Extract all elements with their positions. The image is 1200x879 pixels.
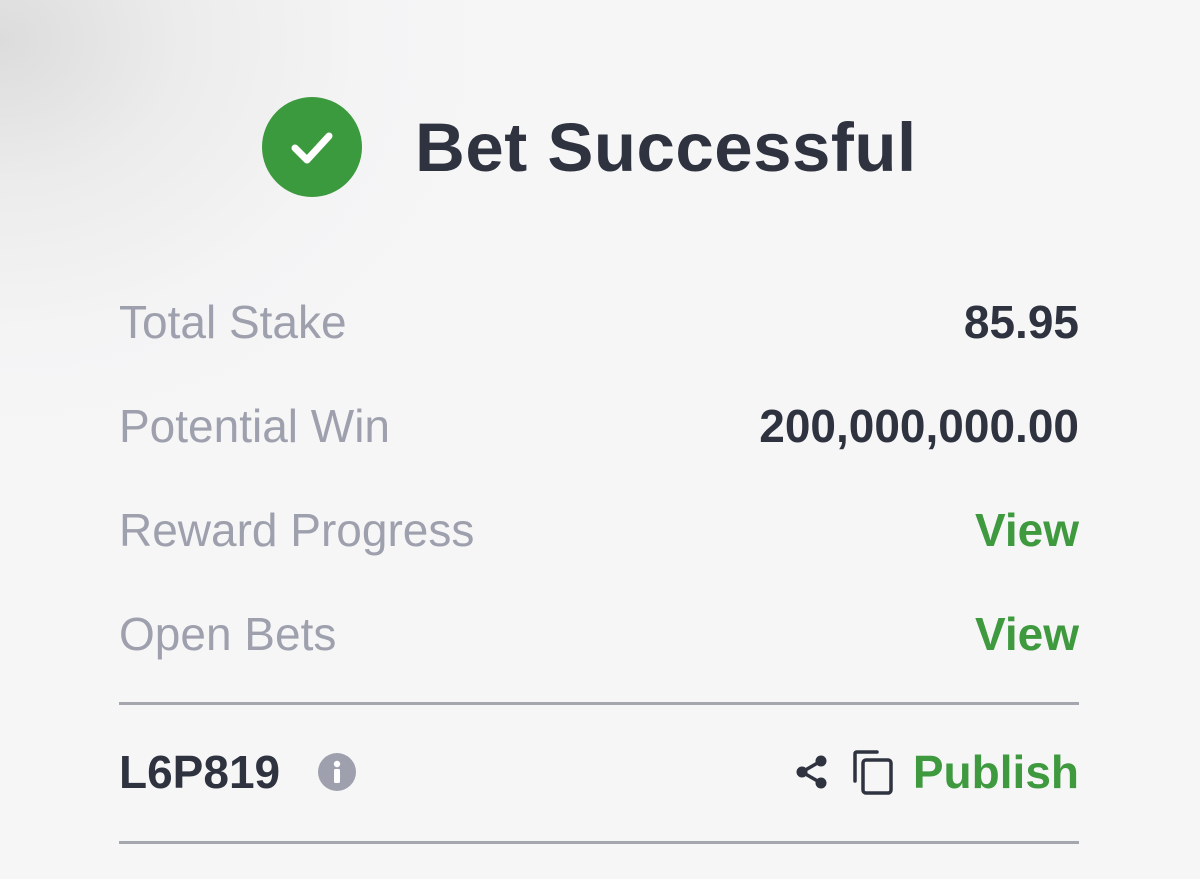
total-stake-label: Total Stake (119, 296, 347, 348)
booking-actions: Publish (791, 745, 1079, 799)
reward-progress-view-link[interactable]: View (975, 503, 1079, 557)
copy-icon[interactable] (851, 748, 895, 796)
potential-win-label: Potential Win (119, 400, 391, 452)
divider-bottom (119, 841, 1079, 844)
booking-footer: L6P819 Publish (119, 722, 1079, 822)
info-icon[interactable] (318, 753, 357, 791)
bet-summary: Total Stake 85.95 Potential Win 200,000,… (119, 270, 1079, 686)
check-circle-icon (262, 97, 362, 197)
success-header: Bet Successful (262, 96, 917, 198)
potential-win-value: 200,000,000.00 (759, 400, 1079, 452)
booking-code-group: L6P819 (119, 745, 357, 799)
share-icon[interactable] (791, 751, 833, 793)
total-stake-value: 85.95 (963, 296, 1079, 348)
page-title: Bet Successful (415, 108, 917, 186)
booking-code: L6P819 (119, 746, 281, 798)
potential-win-row: Potential Win 200,000,000.00 (119, 374, 1079, 478)
publish-button[interactable]: Publish (913, 745, 1079, 799)
reward-progress-label: Reward Progress (119, 504, 475, 556)
open-bets-label: Open Bets (119, 608, 337, 660)
reward-progress-row: Reward Progress View (119, 478, 1079, 582)
open-bets-row: Open Bets View (119, 582, 1079, 686)
total-stake-row: Total Stake 85.95 (119, 270, 1079, 374)
divider-top (119, 702, 1079, 705)
open-bets-view-link[interactable]: View (975, 607, 1079, 661)
